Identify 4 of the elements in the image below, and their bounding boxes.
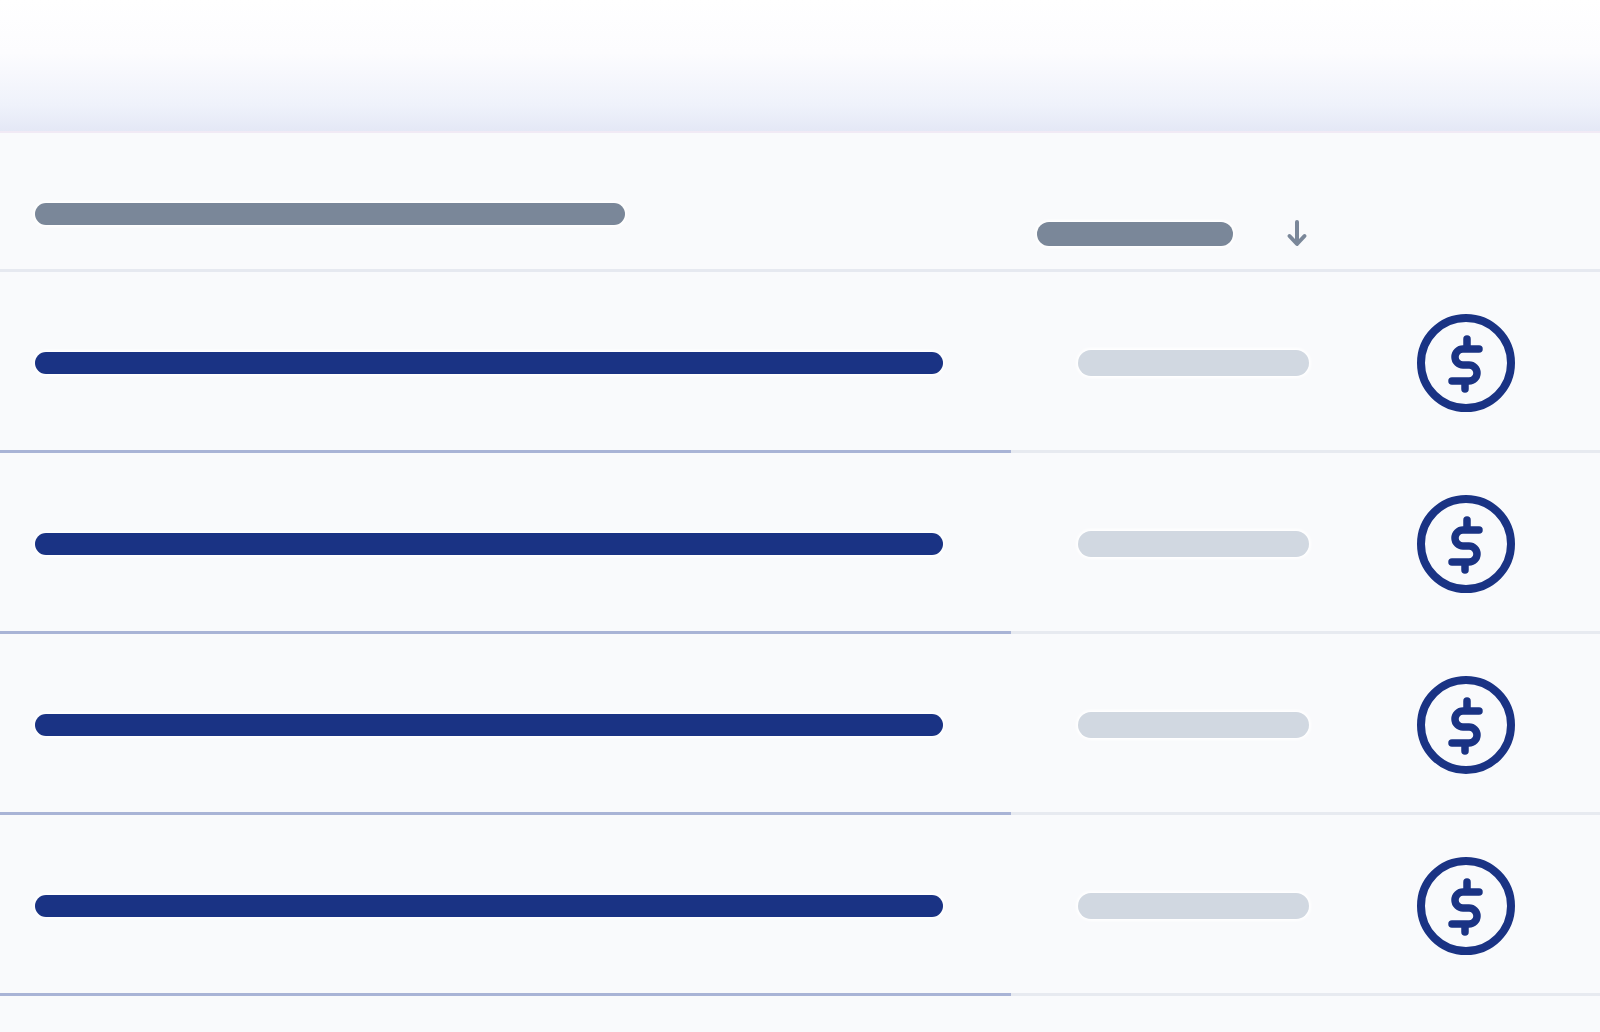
dollar-icon bbox=[1416, 313, 1516, 413]
dollar-icon bbox=[1416, 856, 1516, 956]
dollar-icon bbox=[1416, 494, 1516, 594]
dollar-icon bbox=[1416, 675, 1516, 775]
